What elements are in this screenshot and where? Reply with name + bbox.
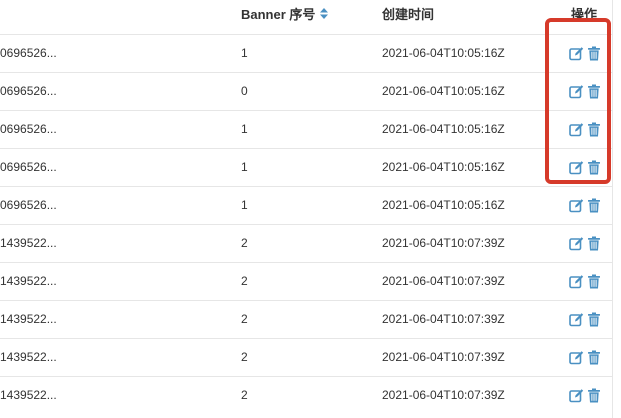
cell-id: 0696526... bbox=[0, 84, 57, 98]
table-header: Banner 序号 创建时间 操作 bbox=[0, 0, 612, 34]
table-row: 0696526... 1 2021-06-04T10:05:16Z bbox=[0, 148, 612, 186]
column-header-banner-no-label: Banner 序号 bbox=[241, 7, 316, 22]
trash-icon[interactable] bbox=[586, 160, 601, 175]
data-table: Banner 序号 创建时间 操作 0696526... 1 2021-06-04T… bbox=[0, 0, 612, 414]
edit-icon[interactable] bbox=[569, 84, 584, 99]
cell-created-at: 2021-06-04T10:05:16Z bbox=[382, 122, 505, 136]
column-header-banner-no[interactable]: Banner 序号 bbox=[241, 0, 329, 31]
edit-icon[interactable] bbox=[569, 388, 584, 403]
column-header-actions: 操作 bbox=[571, 7, 598, 22]
cell-created-at: 2021-06-04T10:05:16Z bbox=[382, 46, 505, 60]
table-row: 1439522... 2 2021-06-04T10:07:39Z bbox=[0, 338, 612, 376]
cell-created-at: 2021-06-04T10:05:16Z bbox=[382, 84, 505, 98]
edit-icon[interactable] bbox=[569, 122, 584, 137]
table-row: 0696526... 1 2021-06-04T10:05:16Z bbox=[0, 110, 612, 148]
table-row: 0696526... 1 2021-06-04T10:05:16Z bbox=[0, 186, 612, 224]
table-row: 1439522... 2 2021-06-04T10:07:39Z bbox=[0, 300, 612, 338]
table-right-border bbox=[612, 0, 613, 418]
cell-banner-no: 1 bbox=[241, 122, 248, 136]
table-row: 1439522... 2 2021-06-04T10:07:39Z bbox=[0, 376, 612, 414]
cell-actions bbox=[569, 225, 601, 262]
cell-created-at: 2021-06-04T10:07:39Z bbox=[382, 236, 505, 250]
cell-id: 0696526... bbox=[0, 46, 57, 60]
trash-icon[interactable] bbox=[586, 122, 601, 137]
cell-created-at: 2021-06-04T10:07:39Z bbox=[382, 350, 505, 364]
cell-id: 1439522... bbox=[0, 350, 57, 364]
cell-actions bbox=[569, 35, 601, 72]
cell-created-at: 2021-06-04T10:05:16Z bbox=[382, 160, 505, 174]
cell-id: 0696526... bbox=[0, 160, 57, 174]
cell-created-at: 2021-06-04T10:05:16Z bbox=[382, 198, 505, 212]
cell-id: 1439522... bbox=[0, 388, 57, 402]
cell-created-at: 2021-06-04T10:07:39Z bbox=[382, 312, 505, 326]
cell-banner-no: 2 bbox=[241, 388, 248, 402]
cell-actions bbox=[569, 377, 601, 414]
table-row: 0696526... 1 2021-06-04T10:05:16Z bbox=[0, 34, 612, 72]
edit-icon[interactable] bbox=[569, 198, 584, 213]
edit-icon[interactable] bbox=[569, 350, 584, 365]
edit-icon[interactable] bbox=[569, 160, 584, 175]
cell-created-at: 2021-06-04T10:07:39Z bbox=[382, 388, 505, 402]
sort-icon[interactable] bbox=[320, 0, 329, 30]
cell-id: 1439522... bbox=[0, 236, 57, 250]
cell-actions bbox=[569, 301, 601, 338]
cell-actions bbox=[569, 73, 601, 110]
cell-actions bbox=[569, 149, 601, 186]
trash-icon[interactable] bbox=[586, 46, 601, 61]
edit-icon[interactable] bbox=[569, 46, 584, 61]
table-row: 1439522... 2 2021-06-04T10:07:39Z bbox=[0, 224, 612, 262]
trash-icon[interactable] bbox=[586, 198, 601, 213]
cell-banner-no: 2 bbox=[241, 274, 248, 288]
table-body: 0696526... 1 2021-06-04T10:05:16Z 0696526..… bbox=[0, 34, 612, 414]
trash-icon[interactable] bbox=[586, 274, 601, 289]
cell-actions bbox=[569, 111, 601, 148]
trash-icon[interactable] bbox=[586, 84, 601, 99]
trash-icon[interactable] bbox=[586, 388, 601, 403]
trash-icon[interactable] bbox=[586, 236, 601, 251]
table-row: 1439522... 2 2021-06-04T10:07:39Z bbox=[0, 262, 612, 300]
edit-icon[interactable] bbox=[569, 312, 584, 327]
cell-banner-no: 0 bbox=[241, 84, 248, 98]
cell-created-at: 2021-06-04T10:07:39Z bbox=[382, 274, 505, 288]
cell-id: 1439522... bbox=[0, 274, 57, 288]
cell-id: 1439522... bbox=[0, 312, 57, 326]
cell-banner-no: 1 bbox=[241, 198, 248, 212]
trash-icon[interactable] bbox=[586, 350, 601, 365]
cell-banner-no: 2 bbox=[241, 236, 248, 250]
trash-icon[interactable] bbox=[586, 312, 601, 327]
cell-actions bbox=[569, 263, 601, 300]
cell-id: 0696526... bbox=[0, 122, 57, 136]
edit-icon[interactable] bbox=[569, 236, 584, 251]
cell-banner-no: 1 bbox=[241, 46, 248, 60]
cell-actions bbox=[569, 339, 601, 376]
edit-icon[interactable] bbox=[569, 274, 584, 289]
column-header-created-at: 创建时间 bbox=[382, 7, 435, 22]
cell-actions bbox=[569, 187, 601, 224]
cell-id: 0696526... bbox=[0, 198, 57, 212]
cell-banner-no: 2 bbox=[241, 350, 248, 364]
table-row: 0696526... 0 2021-06-04T10:05:16Z bbox=[0, 72, 612, 110]
cell-banner-no: 1 bbox=[241, 160, 248, 174]
cell-banner-no: 2 bbox=[241, 312, 248, 326]
